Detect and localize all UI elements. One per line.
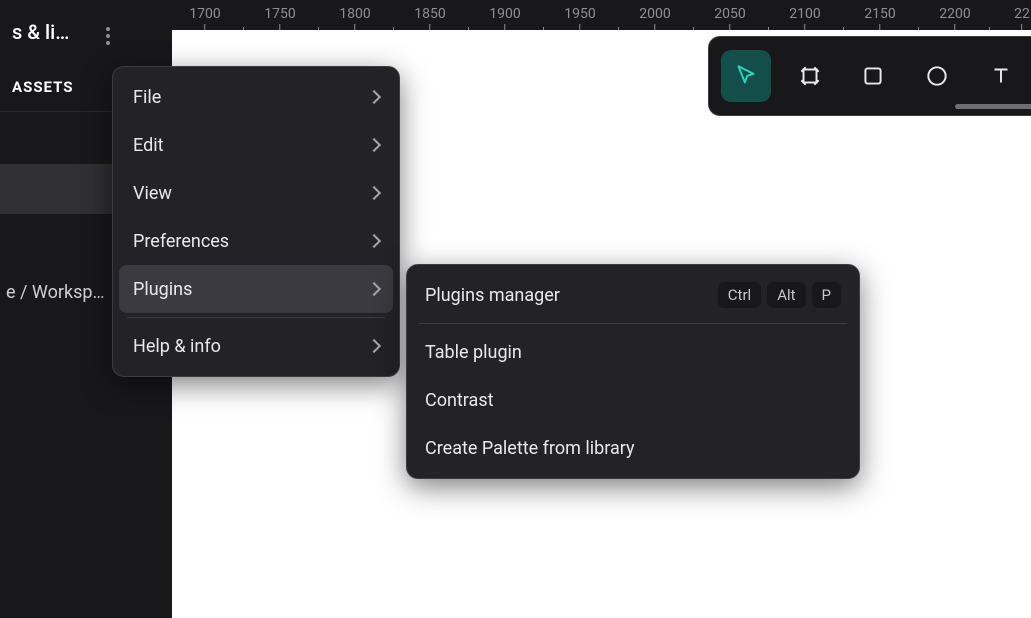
submenu-create-palette[interactable]: Create Palette from library — [407, 424, 859, 472]
tool-frame[interactable] — [785, 50, 835, 102]
kbd-ctrl: Ctrl — [718, 282, 761, 308]
breadcrumb[interactable]: e / Worksp… — [6, 282, 105, 303]
plugins-submenu: Plugins manager Ctrl Alt P Table plugin … — [406, 264, 860, 479]
menu-help-label: Help & info — [133, 336, 221, 357]
menu-edit[interactable]: Edit — [119, 121, 393, 169]
ruler-h-tick: 2200 — [939, 6, 970, 30]
main-menu: File Edit View Preferences Plugins Help … — [112, 66, 400, 377]
ruler-horizontal[interactable]: 1700 1750 1800 1850 1900 1950 2000 2050 2100 2150… — [142, 0, 1031, 30]
ruler-h-tick: 2000 — [639, 6, 670, 30]
menu-edit-label: Edit — [133, 135, 163, 156]
submenu-create-palette-label: Create Palette from library — [425, 438, 635, 459]
submenu-plugins-manager-label: Plugins manager — [425, 285, 560, 306]
menu-plugins-label: Plugins — [133, 279, 192, 300]
menu-view[interactable]: View — [119, 169, 393, 217]
kebab-menu-icon[interactable] — [96, 24, 120, 48]
kbd-p: P — [812, 282, 841, 308]
ruler-h-tick: 1700 — [189, 6, 220, 30]
chevron-right-icon — [367, 282, 381, 296]
menu-preferences[interactable]: Preferences — [119, 217, 393, 265]
ruler-h-tick: 2100 — [789, 6, 820, 30]
kbd-alt: Alt — [767, 282, 805, 308]
tool-toolbar — [708, 36, 1031, 116]
tool-pointer[interactable] — [721, 50, 771, 102]
menu-help[interactable]: Help & info — [119, 322, 393, 370]
ruler-h-tick: 22 — [1014, 6, 1030, 30]
menu-preferences-label: Preferences — [133, 231, 229, 252]
ruler-h-tick: 1900 — [489, 6, 520, 30]
submenu-contrast[interactable]: Contrast — [407, 376, 859, 424]
project-title[interactable]: s & li… — [12, 20, 160, 44]
submenu-table-plugin-label: Table plugin — [425, 342, 522, 363]
tab-assets[interactable]: ASSETS — [0, 64, 86, 111]
tool-rectangle[interactable] — [849, 50, 899, 102]
chevron-right-icon — [367, 186, 381, 200]
toolbar-scrollbar[interactable] — [955, 104, 1031, 109]
chevron-right-icon — [367, 138, 381, 152]
menu-separator — [127, 317, 385, 318]
tool-ellipse[interactable] — [912, 50, 962, 102]
submenu-separator — [419, 323, 847, 324]
menu-file[interactable]: File — [119, 73, 393, 121]
ruler-h-tick: 1950 — [564, 6, 595, 30]
ruler-h-tick: 2050 — [714, 6, 745, 30]
ruler-h-tick: 2150 — [864, 6, 895, 30]
ruler-h-tick: 1750 — [264, 6, 295, 30]
menu-plugins[interactable]: Plugins — [119, 265, 393, 313]
submenu-plugins-manager[interactable]: Plugins manager Ctrl Alt P — [407, 271, 859, 319]
chevron-right-icon — [367, 90, 381, 104]
chevron-right-icon — [367, 339, 381, 353]
ruler-h-tick: 1850 — [414, 6, 445, 30]
menu-file-label: File — [133, 87, 161, 108]
tool-text[interactable] — [976, 50, 1026, 102]
submenu-contrast-label: Contrast — [425, 390, 494, 411]
shortcut-group: Ctrl Alt P — [718, 282, 841, 308]
menu-view-label: View — [133, 183, 172, 204]
chevron-right-icon — [367, 234, 381, 248]
ruler-h-tick: 1800 — [339, 6, 370, 30]
submenu-table-plugin[interactable]: Table plugin — [407, 328, 859, 376]
